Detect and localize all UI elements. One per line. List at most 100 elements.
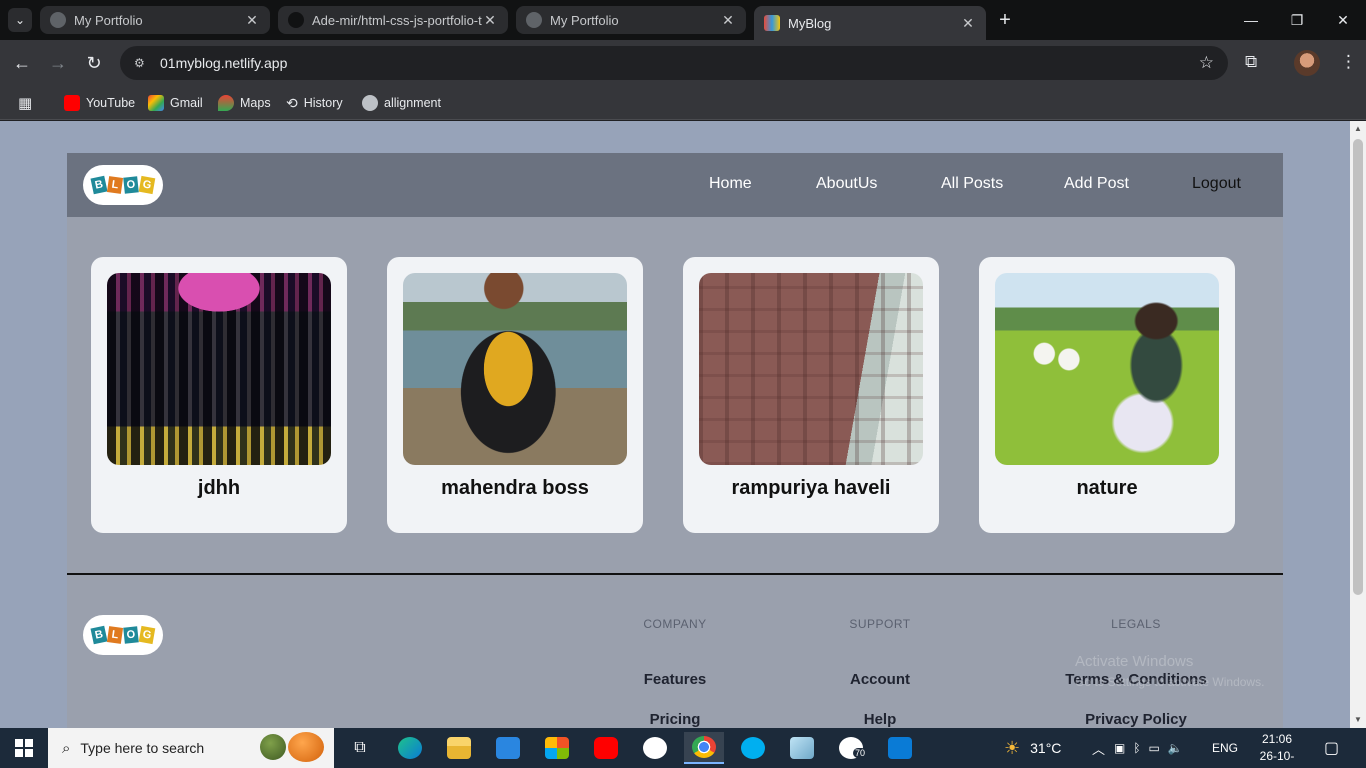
restore-icon: ❐ — [1290, 11, 1304, 28]
vscode-icon — [888, 737, 912, 759]
taskbar-vscode[interactable] — [880, 732, 920, 764]
logo-letter: L — [106, 626, 124, 644]
taskbar-file-explorer[interactable] — [439, 732, 479, 764]
taskbar-mail[interactable] — [488, 732, 528, 764]
nav-home[interactable]: Home — [709, 175, 752, 193]
page-scrollbar[interactable]: ▲ ▼ — [1350, 121, 1366, 728]
task-view-icon: ⧉ — [354, 739, 366, 756]
post-card[interactable]: rampuriya haveli — [683, 257, 939, 533]
footer-link-features[interactable]: Features — [585, 671, 765, 688]
forward-button[interactable]: → — [44, 49, 72, 77]
minimize-icon: — — [1244, 12, 1258, 28]
scroll-up-arrow-icon[interactable]: ▲ — [1350, 121, 1366, 137]
start-button[interactable] — [0, 728, 48, 768]
globe-icon — [362, 95, 378, 111]
bookmark-maps[interactable]: Maps — [218, 93, 271, 113]
logo-letter: L — [106, 176, 124, 194]
post-image[interactable] — [107, 273, 331, 465]
activate-windows-subtitle: Go to Settings to activate Windows. — [1075, 675, 1265, 689]
bookmark-history[interactable]: ⟲ History — [286, 93, 343, 113]
maps-icon — [218, 95, 234, 111]
nav-logout[interactable]: Logout — [1192, 175, 1241, 193]
scroll-down-arrow-icon[interactable]: ▼ — [1350, 712, 1366, 728]
footer-logo[interactable]: BLOG — [83, 615, 163, 655]
footer-link-account[interactable]: Account — [790, 671, 970, 688]
close-icon[interactable]: ✕ — [720, 12, 736, 29]
security-icon[interactable]: ▣ — [1114, 741, 1125, 755]
language-indicator[interactable]: ENG — [1212, 728, 1238, 768]
address-bar[interactable]: ⚙ 01myblog.netlify.app ☆ — [120, 46, 1228, 80]
tab-title: Ade-mir/html-css-js-portfolio-t — [312, 12, 482, 28]
close-icon[interactable]: ✕ — [960, 15, 976, 32]
close-window-button[interactable]: ✕ — [1320, 0, 1366, 40]
tab-myblog[interactable]: MyBlog ✕ — [754, 6, 986, 40]
taskbar-chrome[interactable] — [684, 732, 724, 764]
pumpkin-decoration-icon — [260, 734, 286, 760]
weather-temp: 31°C — [1030, 740, 1062, 756]
bookmark-star-icon[interactable]: ☆ — [1199, 53, 1214, 73]
taskbar-whatsapp[interactable]: 70 — [831, 732, 871, 764]
footer-link-privacy[interactable]: Privacy Policy — [1046, 711, 1226, 728]
post-card[interactable]: nature — [979, 257, 1235, 533]
apps-grid-button[interactable]: ▦ — [18, 93, 32, 113]
tab-my-portfolio-1[interactable]: My Portfolio ✕ — [40, 6, 270, 34]
nav-about-us[interactable]: AboutUs — [816, 175, 877, 193]
footer-link-help[interactable]: Help — [790, 711, 970, 728]
taskbar-search[interactable]: ⌕ Type here to search — [48, 728, 334, 768]
taskbar-clock[interactable]: 21:06 26-10-2024 — [1249, 731, 1305, 768]
taskbar-notes[interactable] — [782, 732, 822, 764]
notification-icon: ▢ — [1324, 740, 1340, 757]
post-title[interactable]: nature — [979, 477, 1235, 500]
post-card[interactable]: jdhh — [91, 257, 347, 533]
post-image[interactable] — [699, 273, 923, 465]
tab-github-repo[interactable]: Ade-mir/html-css-js-portfolio-t ✕ — [278, 6, 508, 34]
extensions-icon[interactable]: ⧉ — [1245, 52, 1257, 72]
github-icon — [643, 737, 667, 759]
youtube-icon — [64, 95, 80, 111]
taskbar-skype[interactable] — [733, 732, 773, 764]
url-text[interactable]: 01myblog.netlify.app — [160, 55, 287, 71]
footer-link-pricing[interactable]: Pricing — [585, 711, 765, 728]
folder-icon — [447, 737, 471, 759]
scroll-thumb[interactable] — [1353, 139, 1363, 595]
back-button[interactable]: ← — [8, 49, 36, 77]
taskbar-edge[interactable] — [390, 732, 430, 764]
minimize-button[interactable]: — — [1228, 0, 1274, 40]
post-title[interactable]: rampuriya haveli — [683, 477, 939, 500]
notification-button[interactable]: ▢ — [1324, 728, 1339, 768]
bookmark-gmail[interactable]: Gmail — [148, 93, 203, 113]
bluetooth-icon[interactable]: ᛒ — [1133, 741, 1140, 755]
network-icon[interactable]: ▭ — [1149, 741, 1160, 755]
close-icon[interactable]: ✕ — [482, 12, 498, 29]
close-icon[interactable]: ✕ — [244, 12, 260, 29]
taskbar-github[interactable] — [635, 732, 675, 764]
logo-letter: B — [90, 175, 108, 195]
post-card[interactable]: mahendra boss — [387, 257, 643, 533]
bookmark-youtube[interactable]: YouTube — [64, 93, 135, 113]
task-view-button[interactable]: ⧉ — [340, 732, 380, 764]
restore-button[interactable]: ❐ — [1274, 0, 1320, 40]
taskbar-youtube[interactable] — [586, 732, 626, 764]
logo-letter: G — [138, 625, 156, 645]
reload-button[interactable]: ↻ — [80, 49, 108, 77]
profile-avatar[interactable] — [1294, 50, 1320, 76]
new-tab-button[interactable]: + — [991, 7, 1019, 33]
nav-add-post[interactable]: Add Post — [1064, 175, 1129, 193]
post-image[interactable] — [995, 273, 1219, 465]
tab-search-button[interactable]: ⌄ — [8, 8, 32, 32]
volume-icon[interactable]: 🔈 — [1168, 741, 1183, 755]
weather-widget[interactable]: ☀ 31°C — [1004, 728, 1061, 768]
nav-all-posts[interactable]: All Posts — [941, 175, 1003, 193]
tray-overflow-button[interactable]: ︿ — [1092, 728, 1105, 768]
menu-kebab-icon[interactable]: ⋮ — [1340, 52, 1357, 72]
chrome-icon — [692, 736, 716, 758]
post-image[interactable] — [403, 273, 627, 465]
site-info-icon[interactable]: ⚙ — [134, 56, 152, 70]
site-logo[interactable]: BLOG — [83, 165, 163, 205]
bookmark-allignment[interactable]: allignment — [362, 93, 441, 113]
post-title[interactable]: mahendra boss — [387, 477, 643, 500]
taskbar-store[interactable] — [537, 732, 577, 764]
tab-my-portfolio-2[interactable]: My Portfolio ✕ — [516, 6, 746, 34]
whatsapp-badge: 70 — [853, 748, 868, 758]
post-title[interactable]: jdhh — [91, 477, 347, 500]
